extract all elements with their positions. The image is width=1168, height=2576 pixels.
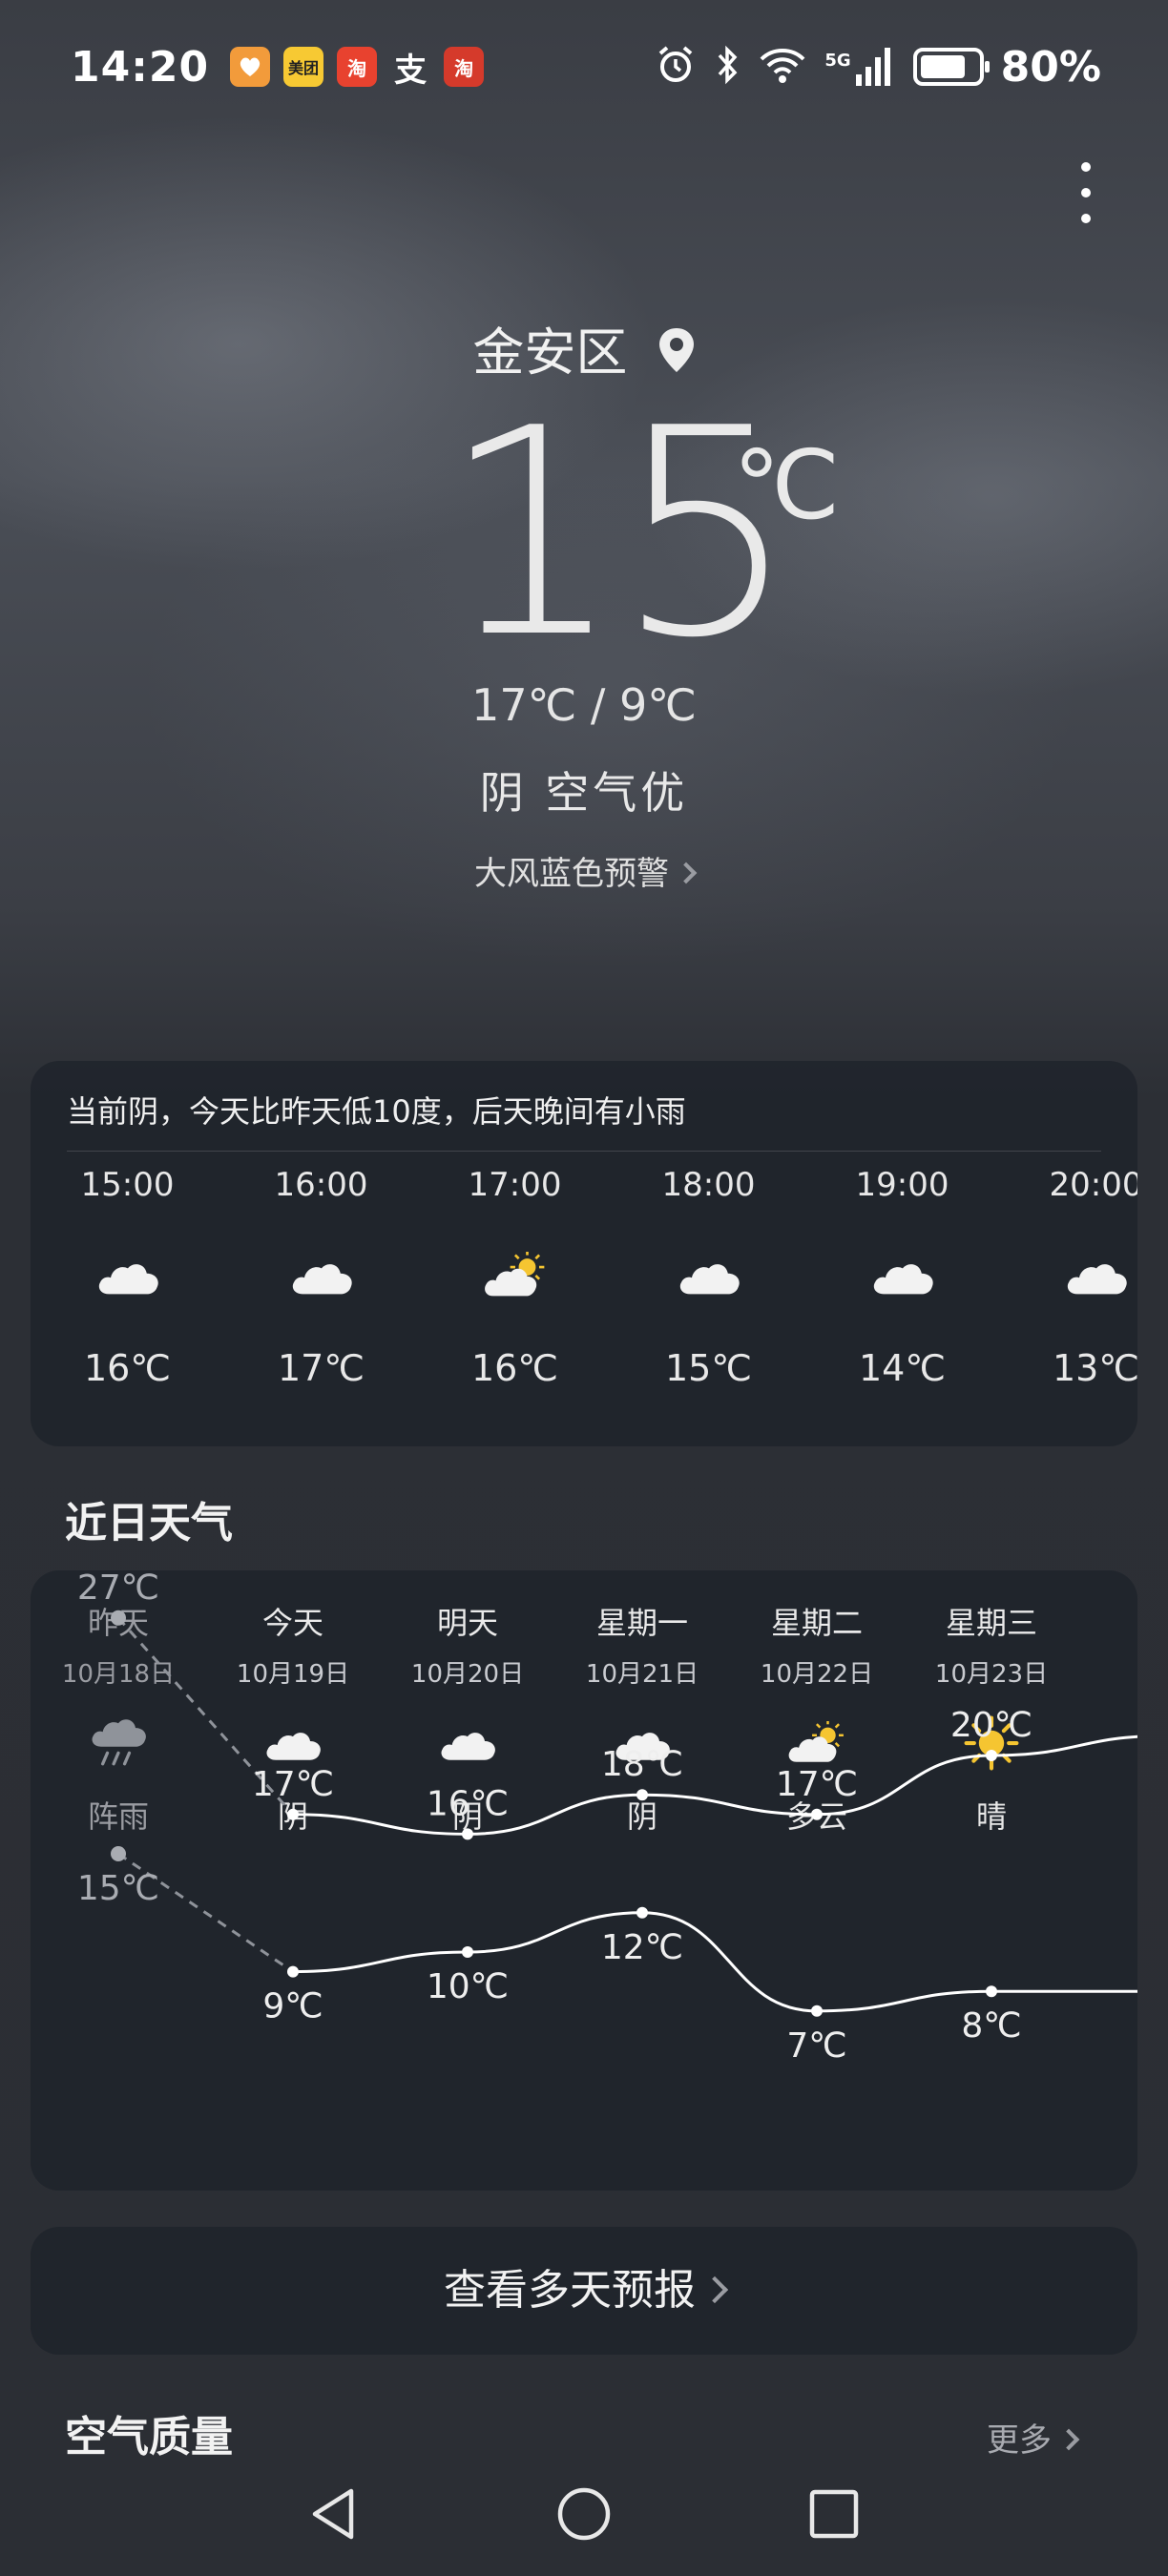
view-more-forecast-button[interactable]: 查看多天预报	[31, 2227, 1137, 2355]
hourly-item: 16:00 17℃	[224, 1166, 418, 1389]
hour-temperature: 13℃	[1052, 1347, 1137, 1389]
trend-point-high	[462, 1828, 473, 1840]
chevron-right-icon	[1057, 2428, 1080, 2450]
temperature-label-low: 10℃	[427, 1967, 509, 2006]
alarm-icon	[655, 44, 697, 90]
chevron-right-icon	[700, 2275, 729, 2304]
trend-point-high	[636, 1789, 648, 1801]
hourly-item: 17:00 16℃	[418, 1166, 612, 1389]
navigation-bar	[0, 2452, 1168, 2576]
hourly-item: 18:00 15℃	[612, 1166, 805, 1389]
notification-icons: 美团 淘 支 淘	[230, 47, 485, 90]
temperature-label-high: 18℃	[601, 1745, 683, 1784]
hour-temperature: 17℃	[277, 1347, 365, 1389]
temperature-label-low: 7℃	[786, 2026, 846, 2066]
hourly-item: 20:00 13℃	[999, 1166, 1138, 1389]
cloud-icon	[612, 1204, 805, 1347]
hourly-list[interactable]: 15:00 16℃ 16:00 17℃ 17:00 16℃ 18:00 15℃ 19:00 14℃…	[31, 1166, 1138, 1389]
recent-weather-title: 近日天气	[65, 1499, 233, 1548]
back-triangle-icon	[312, 2488, 354, 2540]
warning-text: 大风蓝色预警	[474, 855, 669, 893]
status-right: 5G 80%	[655, 43, 1101, 92]
trend-line-high	[292, 1735, 1137, 1836]
trend-point-low	[986, 1985, 997, 1998]
cloud-icon	[999, 1204, 1137, 1347]
partly-cloudy-icon	[418, 1204, 612, 1347]
temperature-label-high: 16℃	[427, 1784, 509, 1823]
trend-point-low	[287, 1965, 299, 1978]
temperature-label-low: 9℃	[262, 1987, 323, 2026]
signal-5g-icon: 5G	[824, 46, 895, 88]
back-button[interactable]	[209, 2485, 459, 2543]
cloud-icon	[224, 1204, 418, 1347]
trend-point-low	[462, 1946, 473, 1958]
temperature-label-high: 20℃	[950, 1706, 1032, 1745]
temperature-label-low: 8℃	[961, 2006, 1021, 2046]
bluetooth-icon	[714, 44, 740, 90]
trend-point-high	[986, 1750, 997, 1761]
home-button[interactable]	[459, 2485, 709, 2543]
wifi-icon	[758, 44, 807, 90]
weather-condition: 阴 空气优	[479, 767, 689, 819]
hour-temperature: 16℃	[83, 1347, 172, 1389]
hour-temperature: 14℃	[858, 1347, 947, 1389]
temperature-label-low: 15℃	[77, 1869, 159, 1908]
cloud-icon	[805, 1204, 999, 1347]
trend-point-low	[111, 1846, 126, 1861]
temperature-label-high: 27℃	[77, 1570, 159, 1608]
taobao-icon: 淘	[337, 47, 378, 87]
daily-forecast-card[interactable]: 昨天10月18日阵雨今天10月19日阴明天10月20日阴星期一10月21日阴星期…	[31, 1570, 1137, 2191]
hour-time: 19:00	[855, 1166, 949, 1204]
weather-summary: 当前阴，今天比昨天低10度，后天晚间有小雨	[67, 1093, 686, 1130]
hour-time: 20:00	[1049, 1166, 1138, 1204]
trend-point-high	[811, 1808, 823, 1820]
hourly-item: 19:00 14℃	[805, 1166, 999, 1389]
hour-time: 18:00	[661, 1166, 756, 1204]
chevron-right-icon	[675, 862, 698, 883]
divider	[67, 1151, 1101, 1152]
temperature-trend-chart: 27℃17℃16℃18℃17℃20℃215℃9℃10℃12℃7℃8℃	[77, 1570, 1137, 2066]
hour-time: 15:00	[80, 1166, 175, 1204]
hour-time: 17:00	[468, 1166, 562, 1204]
trend-line-low	[292, 1911, 1137, 2013]
temperature-label-high: 17℃	[252, 1765, 334, 1804]
hour-temperature: 15℃	[664, 1347, 753, 1389]
more-options-icon[interactable]	[1067, 162, 1105, 223]
trend-point-low	[636, 1906, 648, 1919]
status-time: 14:20	[71, 42, 210, 92]
cloud-icon	[31, 1204, 224, 1347]
battery-icon	[912, 48, 990, 86]
temperature-label-high: 17℃	[776, 1765, 858, 1804]
recents-square-icon	[809, 2489, 859, 2539]
view-more-forecast-label: 查看多天预报	[444, 2266, 696, 2315]
battery-level	[920, 55, 966, 78]
meituan-icon: 美团	[283, 47, 324, 87]
battery-percent: 80%	[1000, 42, 1101, 92]
weather-warning-link[interactable]: 大风蓝色预警	[0, 847, 1168, 894]
recents-button[interactable]	[709, 2487, 959, 2541]
status-bar: 14:20 美团 淘 支 淘 5G 80%	[0, 0, 1168, 134]
hourly-forecast-card[interactable]: 当前阴，今天比昨天低10度，后天晚间有小雨 15:00 16℃ 16:00 17℃ 17…	[31, 1061, 1137, 1446]
trend-point-high	[287, 1808, 299, 1820]
temperature-label-low: 12℃	[601, 1928, 683, 1967]
trend-point-low	[811, 2005, 823, 2017]
trend-point-high	[111, 1610, 126, 1626]
temperature-unit: ℃	[733, 429, 841, 541]
weather-app: 14:20 美团 淘 支 淘 5G 80% 金安区 15 ℃ 17℃ / 9℃ …	[0, 0, 1168, 2576]
hourly-item: 15:00 16℃	[31, 1166, 224, 1389]
taobao-icon: 淘	[444, 47, 485, 87]
hour-time: 16:00	[274, 1166, 368, 1204]
home-circle-icon	[557, 2487, 611, 2541]
hour-temperature: 16℃	[470, 1347, 559, 1389]
alipay-icon: 支	[394, 51, 428, 90]
app-heart-icon	[230, 47, 271, 87]
high-low-temperature: 17℃ / 9℃	[471, 679, 697, 731]
